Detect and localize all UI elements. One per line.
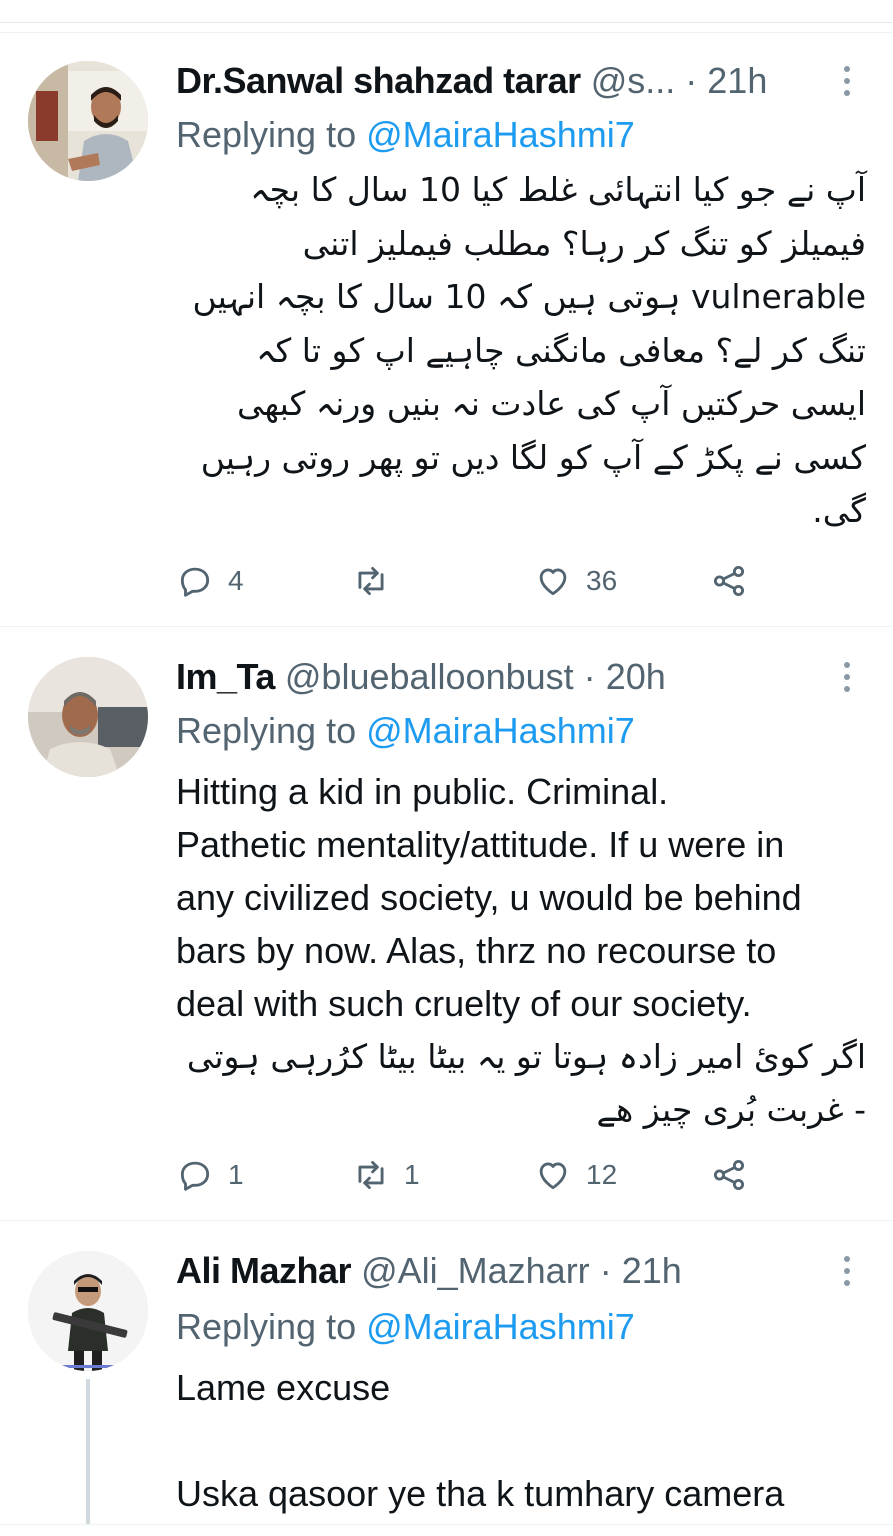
share-icon — [713, 565, 745, 597]
reply-icon — [180, 1161, 210, 1191]
display-name[interactable]: Im_Ta — [176, 656, 275, 697]
reply-count: 1 — [228, 1159, 244, 1190]
text-line-rtl: اگر کوئ امیر زادہ ہوتا تو یہ بیٹا بیٹا ک… — [186, 1037, 866, 1076]
text-line: vulnerable ہوتی ہیں کہ 10 سال کا بچہ انہ… — [192, 277, 866, 316]
more-options-icon[interactable] — [829, 655, 865, 699]
timestamp[interactable]: 21h — [707, 60, 767, 101]
like-count: 12 — [586, 1159, 618, 1190]
text-line: آپ نے جو کیا انتہائی غلط کیا 10 سال کا ب… — [250, 170, 866, 209]
text-line-rtl: - غربت بُری چیز ھے — [596, 1090, 866, 1129]
replying-prefix: Replying to — [176, 710, 367, 751]
replying-to: Replying to @MairaHashmi7 — [176, 113, 635, 157]
like-count: 36 — [586, 565, 618, 596]
user-handle[interactable]: @Ali_Mazharr — [361, 1250, 590, 1291]
replying-to: Replying to @MairaHashmi7 — [176, 709, 635, 753]
tweet-actions: 4 36 — [176, 559, 776, 603]
share-button[interactable] — [710, 1153, 748, 1197]
avatar-photo — [28, 61, 148, 181]
avatar[interactable] — [28, 657, 148, 777]
reply-icon — [180, 567, 210, 597]
user-handle[interactable]: @blueballoonbust — [285, 656, 574, 697]
avatar[interactable] — [28, 61, 148, 181]
share-icon — [713, 1159, 745, 1191]
tweet-text: Hitting a kid in public. Criminal. Pathe… — [176, 765, 866, 1136]
retweet-button[interactable] — [352, 559, 404, 603]
tweet-header: Im_Ta @blueballoonbust · 20h — [176, 655, 833, 699]
tweet-actions: 1 1 12 — [176, 1153, 776, 1197]
display-name[interactable]: Ali Mazhar — [176, 1250, 352, 1291]
text-line: تنگ کر لے؟ معافی مانگنی چاہیے اپ کو تا ک… — [256, 330, 866, 370]
bottom-divider — [0, 1524, 893, 1525]
separator-dot: · — [685, 60, 698, 101]
text-line: Hitting a kid in public. Criminal. — [176, 771, 669, 812]
reply-count: 4 — [228, 565, 244, 596]
text-line: bars by now. Alas, thrz no recourse to — [176, 930, 777, 971]
share-button[interactable] — [710, 559, 748, 603]
top-divider — [0, 22, 893, 23]
mention-link[interactable]: @MairaHashmi7 — [366, 114, 635, 155]
avatar-photo — [28, 657, 148, 777]
separator-dot: · — [583, 656, 596, 697]
user-handle[interactable]: @s... — [591, 60, 676, 101]
display-name[interactable]: Dr.Sanwal shahzad tarar — [176, 60, 581, 101]
tweet-1[interactable]: Dr.Sanwal shahzad tarar @s... · 21h Repl… — [0, 32, 893, 627]
more-options-icon[interactable] — [829, 1249, 865, 1293]
tweet-2[interactable]: Im_Ta @blueballoonbust · 20h Replying to… — [0, 626, 893, 1221]
text-line: Pathetic mentality/attitude. If u were i… — [176, 824, 785, 865]
replying-prefix: Replying to — [176, 1306, 367, 1347]
text-line-empty — [176, 1414, 866, 1467]
text-line: any civilized society, u would be behind — [176, 877, 802, 918]
text-line: Lame excuse — [176, 1367, 391, 1408]
avatar-photo — [28, 1251, 148, 1371]
text-line: ایسی حرکتیں آپ کی عادت نہ بنیں ورنہ کبھی — [236, 384, 866, 423]
text-line: فیمیلز کو تنگ کر رہا؟ مطلب فیملیز اتنی — [302, 223, 866, 263]
tweet-header: Ali Mazhar @Ali_Mazharr · 21h — [176, 1249, 833, 1293]
heart-icon — [539, 568, 567, 596]
tweet-text: آپ نے جو کیا انتہائی غلط کیا 10 سال کا ب… — [176, 163, 866, 538]
reply-button[interactable]: 4 — [176, 559, 244, 603]
replying-prefix: Replying to — [176, 114, 367, 155]
retweet-icon — [358, 1160, 384, 1190]
thread-connector — [86, 1379, 90, 1525]
tweet-header: Dr.Sanwal shahzad tarar @s... · 21h — [176, 59, 833, 103]
avatar[interactable] — [28, 1251, 148, 1371]
text-line: کسی نے پکڑ کے آپ کو لگا دیں تو پھر روتی … — [200, 437, 866, 477]
mention-link[interactable]: @MairaHashmi7 — [366, 710, 635, 751]
like-button[interactable]: 36 — [534, 559, 617, 603]
tweet-3[interactable]: Ali Mazhar @Ali_Mazharr · 21h Replying t… — [0, 1220, 893, 1525]
more-options-icon[interactable] — [829, 59, 865, 103]
timestamp[interactable]: 20h — [606, 656, 666, 697]
retweet-count: 1 — [404, 1159, 420, 1190]
tweet-text: Lame excuse Uska qasoor ye tha k tumhary… — [176, 1361, 866, 1520]
heart-icon — [539, 1162, 567, 1190]
text-line: Uska qasoor ye tha k tumhary camera — [176, 1473, 785, 1514]
retweet-icon — [358, 566, 384, 596]
text-line: deal with such cruelty of our society. — [176, 983, 752, 1024]
replying-to: Replying to @MairaHashmi7 — [176, 1305, 635, 1349]
text-line: گی. — [812, 491, 866, 530]
timestamp[interactable]: 21h — [622, 1250, 682, 1291]
retweet-button[interactable]: 1 — [352, 1153, 420, 1197]
reply-button[interactable]: 1 — [176, 1153, 244, 1197]
mention-link[interactable]: @MairaHashmi7 — [366, 1306, 635, 1347]
separator-dot: · — [599, 1250, 612, 1291]
like-button[interactable]: 12 — [534, 1153, 617, 1197]
